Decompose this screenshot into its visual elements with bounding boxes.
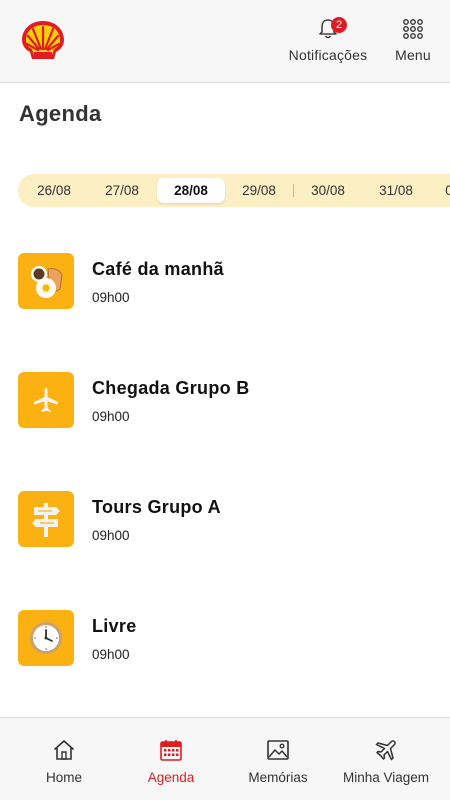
breakfast-icon [18, 253, 74, 309]
agenda-event[interactable]: Chegada Grupo B 09h00 [18, 372, 438, 428]
event-title: Café da manhã [92, 259, 224, 279]
date-item-selected[interactable]: 28/08 [157, 178, 225, 203]
page-title: Agenda [19, 101, 102, 126]
date-item[interactable]: 0 [415, 178, 450, 203]
tab-label: Memórias [248, 770, 308, 785]
menu-label: Menu [395, 47, 431, 63]
home-icon [52, 738, 76, 762]
signpost-icon [18, 491, 74, 547]
event-title: Chegada Grupo B [92, 378, 250, 398]
event-time: 09h00 [92, 290, 130, 305]
tab-label: Home [45, 770, 82, 785]
menu-button[interactable]: Menu [390, 18, 436, 63]
notification-count-badge: 2 [331, 17, 347, 33]
app-header: 2 Notificações Menu [0, 0, 450, 83]
date-item[interactable]: 30/08 [294, 178, 362, 203]
calendar-icon [159, 738, 183, 762]
bottom-tab-bar: Home Agenda Memórias Minha Viagem [0, 717, 450, 800]
tab-label: Minha Viagem [342, 770, 430, 785]
shell-logo[interactable] [19, 19, 67, 63]
notifications-button[interactable]: 2 Notificações [287, 17, 369, 63]
date-item[interactable]: 27/08 [88, 178, 156, 203]
agenda-event[interactable]: Café da manhã 09h00 [18, 253, 438, 309]
clock-icon [18, 610, 74, 666]
date-selector[interactable]: 26/08 27/08 28/08 29/08 30/08 31/08 0 [18, 174, 450, 207]
agenda-event[interactable]: Tours Grupo A 09h00 [18, 491, 438, 547]
date-item[interactable]: 29/08 [225, 178, 293, 203]
tab-minha-viagem[interactable]: Minha Viagem [338, 738, 434, 785]
notifications-label: Notificações [288, 47, 368, 63]
event-time: 09h00 [92, 647, 130, 662]
tab-agenda[interactable]: Agenda [139, 738, 203, 785]
event-title: Tours Grupo A [92, 497, 221, 517]
tab-home[interactable]: Home [32, 738, 96, 785]
date-item[interactable]: 26/08 [20, 178, 88, 203]
event-time: 09h00 [92, 409, 130, 424]
tab-memorias[interactable]: Memórias [243, 738, 313, 785]
agenda-event[interactable]: Livre 09h00 [18, 610, 438, 666]
event-time: 09h00 [92, 528, 130, 543]
tab-label: Agenda [147, 770, 195, 785]
plane-icon [374, 738, 398, 762]
airplane-icon [18, 372, 74, 428]
grid-menu-icon [402, 18, 424, 40]
event-title: Livre [92, 616, 137, 636]
image-icon [266, 738, 290, 762]
